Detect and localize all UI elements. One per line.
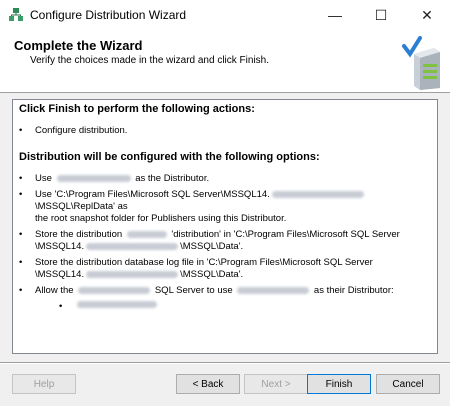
redacted-instance-name <box>86 270 179 278</box>
option-text-part: SQL Server to use <box>154 285 233 296</box>
wizard-app-icon <box>9 8 23 21</box>
list-item: • <box>59 301 429 313</box>
option-text-part: \MSSQL\Data'. <box>180 269 244 280</box>
title-bar: Configure Distribution Wizard — ☐ ✕ <box>0 0 450 30</box>
bullet: • <box>19 173 23 184</box>
redacted-server-name <box>56 174 131 182</box>
option-text-part: \MSSQL14. <box>35 241 85 252</box>
actions-heading: Click Finish to perform the following ac… <box>19 103 255 115</box>
option-text: Store the distribution 'distribution' in… <box>35 229 400 253</box>
finish-button[interactable]: Finish <box>307 374 371 394</box>
list-item: • Configure distribution. <box>19 125 429 137</box>
next-button[interactable]: Next > <box>244 374 308 394</box>
option-text: Use as the Distributor. <box>35 173 209 185</box>
option-text-part: \MSSQL\Data'. <box>180 241 244 252</box>
option-text-part: Store the distribution database log file… <box>35 257 373 268</box>
page-subtitle: Verify the choices made in the wizard an… <box>30 55 269 66</box>
minimize-icon: — <box>328 7 342 23</box>
action-text: Configure distribution. <box>35 125 128 136</box>
redacted-text <box>78 286 151 294</box>
bullet: • <box>19 189 23 200</box>
option-text-part: Use 'C:\Program Files\Microsoft SQL Serv… <box>35 189 270 200</box>
help-button[interactable]: Help <box>12 374 76 394</box>
redacted-instance-name <box>86 242 179 250</box>
options-heading: Distribution will be configured with the… <box>19 151 320 163</box>
back-button[interactable]: < Back <box>176 374 240 394</box>
bullet: • <box>19 229 23 240</box>
minimize-button[interactable]: — <box>312 0 358 30</box>
option-text-part: Allow the <box>35 285 74 296</box>
option-text-part: \MSSQL14. <box>35 269 85 280</box>
list-item: • Allow the SQL Server to use as their D… <box>19 285 429 297</box>
window-title: Configure Distribution Wizard <box>30 8 187 22</box>
page-title: Complete the Wizard <box>14 38 143 53</box>
summary-report[interactable]: Click Finish to perform the following ac… <box>12 99 438 354</box>
list-item: • Use as the Distributor. <box>19 173 429 185</box>
option-text-part: \MSSQL\ReplData' as <box>35 201 128 212</box>
footer-divider <box>0 362 450 364</box>
bullet: • <box>19 285 23 296</box>
option-text: Store the distribution database log file… <box>35 257 373 281</box>
window-controls: — ☐ ✕ <box>312 0 450 30</box>
bullet: • <box>59 301 63 312</box>
bullet: • <box>19 125 23 136</box>
wizard-header: Complete the Wizard Verify the choices m… <box>0 30 450 93</box>
maximize-icon: ☐ <box>374 6 388 23</box>
maximize-button[interactable]: ☐ <box>358 0 404 30</box>
list-item: • Store the distribution 'distribution' … <box>19 229 429 253</box>
close-icon: ✕ <box>421 6 433 23</box>
bullet: • <box>19 257 23 268</box>
option-text-part: the root snapshot folder for Publishers … <box>35 213 287 224</box>
option-text-part: Use <box>35 173 52 184</box>
option-text-part: Store the distribution <box>35 229 123 240</box>
option-text-part: as the Distributor. <box>135 173 210 184</box>
redacted-server-name <box>77 301 157 308</box>
option-text: Allow the SQL Server to use as their Dis… <box>35 285 394 297</box>
cancel-button[interactable]: Cancel <box>376 374 440 394</box>
close-button[interactable]: ✕ <box>404 0 450 30</box>
list-item: • Store the distribution database log fi… <box>19 257 429 281</box>
option-text-part: as their Distributor: <box>313 285 394 296</box>
option-text: Use 'C:\Program Files\Microsoft SQL Serv… <box>35 189 429 225</box>
redacted-server-name <box>237 286 310 294</box>
list-item: • Use 'C:\Program Files\Microsoft SQL Se… <box>19 189 429 225</box>
server-check-icon <box>402 36 440 90</box>
redacted-text <box>126 230 167 238</box>
option-text-part: 'distribution' in 'C:\Program Files\Micr… <box>171 229 400 240</box>
redacted-instance-name <box>271 190 364 198</box>
